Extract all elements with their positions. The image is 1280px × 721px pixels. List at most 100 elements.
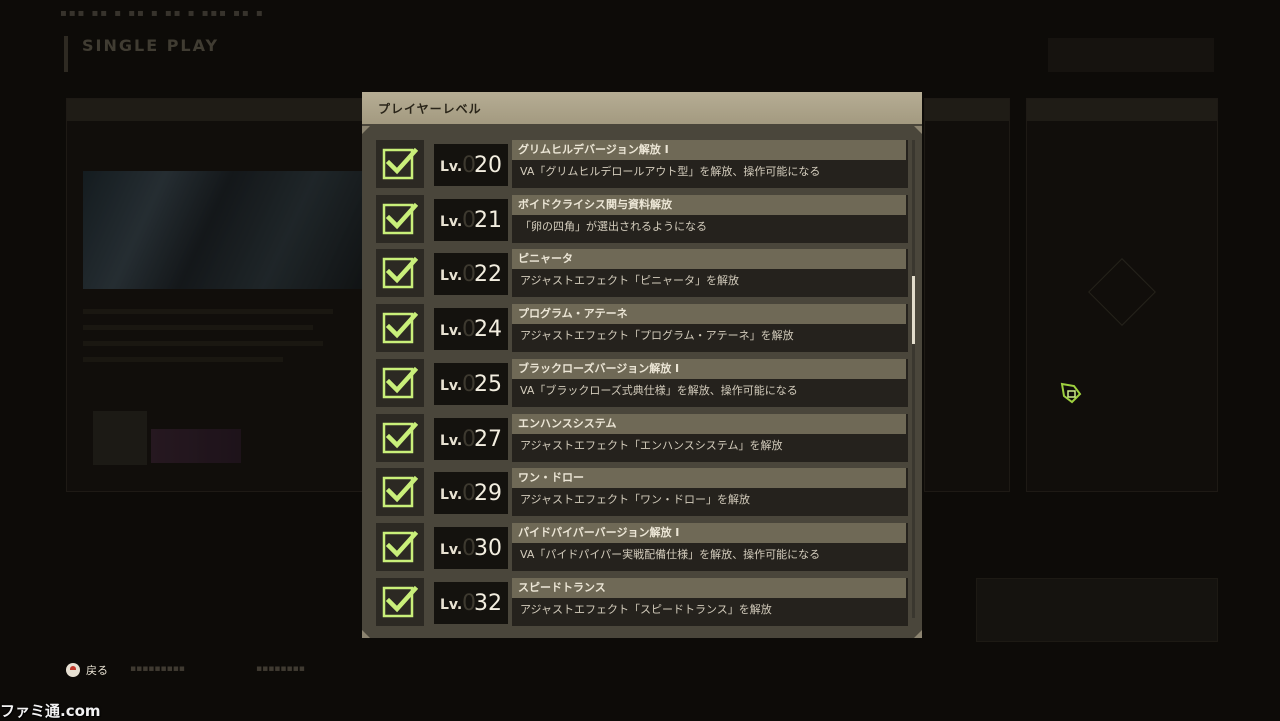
checkmark-icon [382,530,418,563]
level-badge: Lv. 0 32 [434,581,508,624]
reward-name: ワン・ドロー [512,468,906,489]
corner-ornament [362,126,370,134]
mission-image [83,171,363,289]
scrollbar[interactable] [912,140,915,618]
corner-ornament [914,630,922,638]
level-prefix: Lv. [440,487,463,504]
level-number: 22 [474,262,502,288]
checkmark-icon [382,421,418,453]
top-status-bar: ▪▪▪ ▪▪ ▪ ▪▪ ▪ ▪▪ ▪ ▪▪▪ ▪▪ ▪ [60,8,265,19]
level-number: 27 [474,426,502,452]
level-reward-row[interactable]: Lv. 0 20 グリムヒルデバージョン解放 I VA「グリムヒルデロールアウト… [376,140,908,188]
level-prefix: Lv. [440,596,463,613]
level-reward-list[interactable]: Lv. 0 20 グリムヒルデバージョン解放 I VA「グリムヒルデロールアウト… [370,130,914,630]
reward-thumbnail [151,429,241,463]
scrollbar-thumb[interactable] [912,276,915,344]
level-number: 25 [474,371,502,397]
reward-name: ボイドクライシス関与資料解放 [512,194,906,215]
controller-button-icon [66,663,80,677]
panel-header [1027,99,1217,121]
level-prefix: Lv. [440,323,463,340]
corner-ornament [914,126,922,134]
checkbox[interactable] [376,140,424,188]
start-button [976,578,1218,642]
checkmark-icon [382,257,418,289]
reward-name: エンハンスシステム [512,413,906,434]
level-number: 29 [474,481,502,507]
panel-header [925,99,1009,121]
checkbox[interactable] [376,468,424,517]
level-badge: Lv. 0 30 [434,526,508,569]
reward-description: アジャストエフェクト「プログラム・アテーネ」を解放 [520,329,794,343]
checkbox[interactable] [376,577,424,626]
screen-title-block: SINGLE PLAY [64,36,219,72]
reward-name: プログラム・アテーネ [512,304,906,325]
level-number: 21 [474,207,502,233]
checkbox[interactable] [376,522,424,571]
level-badge: Lv. 0 27 [434,417,508,460]
reward-description: アジャストエフェクト「エンハンスシステム」を解放 [520,438,783,452]
modal-title: プレイヤーレベル [378,102,482,116]
reward-info: ワン・ドロー アジャストエフェクト「ワン・ドロー」を解放 [512,468,908,517]
text-line [83,309,333,314]
reward-info: プログラム・アテーネ アジャストエフェクト「プログラム・アテーネ」を解放 [512,304,908,353]
checkmark-icon [382,476,418,508]
level-prefix: Lv. [440,432,463,449]
level-prefix: Lv. [440,377,463,394]
reward-name: スピードトランス [512,577,906,598]
level-reward-row[interactable]: Lv. 0 29 ワン・ドロー アジャストエフェクト「ワン・ドロー」を解放 [376,468,908,517]
cursor-icon [1060,382,1082,404]
text-line [83,341,323,346]
reward-description: 「卵の四角」が選出されるようになる [520,219,707,233]
level-prefix: Lv. [440,541,463,558]
reward-description: VA「グリムヒルデロールアウト型」を解放、操作可能になる [520,165,821,178]
level-badge: Lv. 0 29 [434,472,508,515]
reward-name: ブラックローズバージョン解放 I [512,358,906,379]
reward-description: VA「ブラックローズ式典仕様」を解放、操作可能になる [520,383,798,397]
mission-detail-panel [66,98,368,492]
level-reward-row[interactable]: Lv. 0 32 スピードトランス アジャストエフェクト「スピードトランス」を解… [376,577,908,626]
level-badge: Lv. 0 21 [434,198,508,241]
checkmark-icon [382,585,418,617]
reward-name: パイドパイパーバージョン解放 I [512,522,906,543]
checkbox[interactable] [376,194,424,243]
back-button[interactable]: 戻る [66,662,108,678]
reward-description: アジャストエフェクト「スピードトランス」を解放 [520,602,772,616]
text-line [83,325,313,330]
level-badge: Lv. 0 22 [434,253,508,296]
corner-ornament [362,630,370,638]
checkbox[interactable] [376,249,424,298]
screen-title: SINGLE PLAY [82,36,220,55]
reward-info: ブラックローズバージョン解放 I VA「ブラックローズ式典仕様」を解放、操作可能… [512,358,908,407]
watermark-logo: ファミ通.com [0,702,101,720]
checkmark-icon [382,202,418,234]
level-badge: Lv. 0 20 [434,144,508,186]
level-badge: Lv. 0 25 [434,362,508,405]
footer-hint: ▪▪▪▪▪▪▪▪▪ [130,664,185,674]
level-reward-row[interactable]: Lv. 0 24 プログラム・アテーネ アジャストエフェクト「プログラム・アテー… [376,304,908,353]
reward-name: ピニャータ [512,249,906,270]
level-reward-row[interactable]: Lv. 0 25 ブラックローズバージョン解放 I VA「ブラックローズ式典仕様… [376,358,908,407]
reward-thumbnail [93,411,147,465]
panel-header [67,99,367,121]
checkmark-icon [382,147,418,180]
reward-info: スピードトランス アジャストエフェクト「スピードトランス」を解放 [512,577,908,626]
reward-info: エンハンスシステム アジャストエフェクト「エンハンスシステム」を解放 [512,413,908,462]
checkbox[interactable] [376,358,424,407]
level-reward-row[interactable]: Lv. 0 27 エンハンスシステム アジャストエフェクト「エンハンスシステム」… [376,413,908,462]
footer-hint: ▪▪▪▪▪▪▪▪ [256,664,305,674]
user-info-panel [1048,38,1214,72]
checkbox[interactable] [376,413,424,462]
level-reward-row[interactable]: Lv. 0 30 パイドパイパーバージョン解放 I VA「パイドパイパー実戦配備… [376,522,908,571]
reward-description: アジャストエフェクト「ピニャータ」を解放 [520,274,740,288]
back-label: 戻る [86,664,108,677]
level-number: 24 [474,317,502,343]
player-level-modal: プレイヤーレベル Lv. 0 20 グリムヒルデバージョン解放 I VA「グリム… [362,92,922,638]
reward-info: ピニャータ アジャストエフェクト「ピニャータ」を解放 [512,249,908,298]
reward-info: グリムヒルデバージョン解放 I VA「グリムヒルデロールアウト型」を解放、操作可… [512,140,908,188]
checkbox[interactable] [376,304,424,353]
level-reward-row[interactable]: Lv. 0 21 ボイドクライシス関与資料解放 「卵の四角」が選出されるようにな… [376,194,908,243]
level-prefix: Lv. [440,213,463,230]
middle-panel [924,98,1010,492]
level-reward-row[interactable]: Lv. 0 22 ピニャータ アジャストエフェクト「ピニャータ」を解放 [376,249,908,298]
